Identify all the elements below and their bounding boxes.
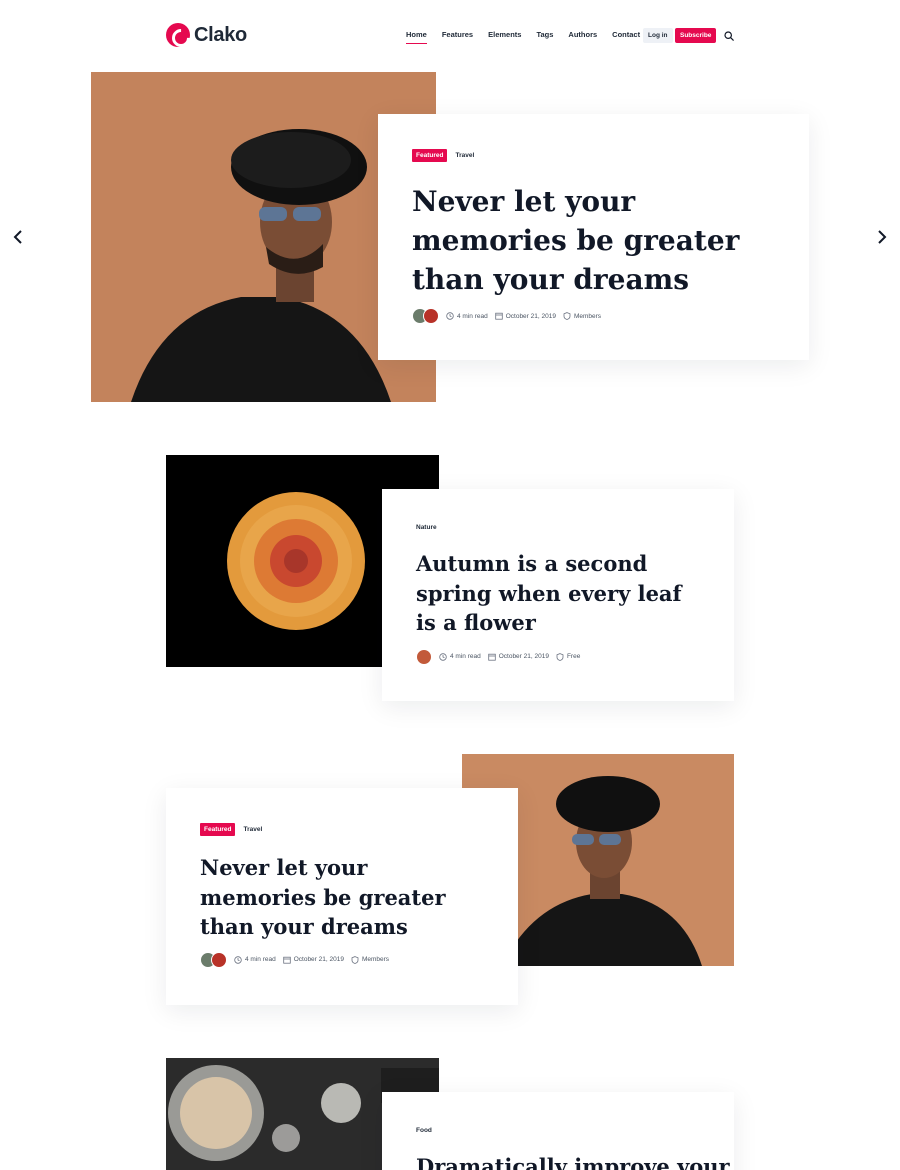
nav-item-home[interactable]: Home: [406, 30, 427, 44]
category-tag[interactable]: Food: [416, 1127, 432, 1134]
avatar[interactable]: [211, 951, 227, 968]
publish-date: October 21, 2019: [495, 312, 556, 320]
publish-date-text: October 21, 2019: [505, 312, 556, 320]
publish-date-text: October 21, 2019: [293, 956, 344, 963]
clock-icon: [446, 312, 454, 320]
category-tag[interactable]: Travel: [455, 152, 474, 159]
post-tags: Food: [416, 1127, 700, 1134]
read-time: 4 min read: [446, 312, 488, 320]
access-level: Members: [563, 312, 601, 320]
author-avatars: [412, 308, 439, 324]
access-level-text: Free: [566, 653, 581, 660]
hero-post-card: Featured Travel Never let your memories …: [378, 114, 809, 360]
nav-item-elements[interactable]: Elements: [488, 30, 521, 43]
post-title[interactable]: Never let your memories be greater than …: [200, 853, 490, 942]
post-meta: 4 min read October 21, 2019 Members: [412, 308, 775, 324]
read-time-text: 4 min read: [457, 312, 488, 320]
post-tags: Featured Travel: [412, 149, 775, 162]
author-avatars: [416, 648, 432, 665]
calendar-icon: [283, 956, 291, 964]
subscribe-button[interactable]: Subscribe: [675, 28, 717, 43]
shield-icon: [563, 312, 571, 320]
read-time-text: 4 min read: [450, 653, 481, 660]
calendar-icon: [488, 653, 496, 661]
read-time: 4 min read: [234, 955, 276, 964]
shield-icon: [351, 955, 359, 964]
nav-item-contact[interactable]: Contact: [612, 30, 640, 43]
post-card-autumn: Nature Autumn is a second spring when ev…: [382, 489, 734, 701]
featured-tag[interactable]: Featured: [412, 149, 448, 162]
publish-date-text: October 21, 2019: [498, 653, 549, 660]
featured-tag[interactable]: Featured: [200, 823, 236, 836]
access-level: Members: [351, 955, 390, 964]
site-logo[interactable]: Clako: [166, 23, 247, 47]
nav-item-tags[interactable]: Tags: [536, 30, 553, 43]
post-meta: 4 min read October 21, 2019 Members: [200, 951, 484, 968]
author-avatars: [200, 951, 227, 968]
post-tags: Nature: [416, 524, 700, 531]
slider-prev-button[interactable]: [4, 223, 32, 251]
access-level: Free: [556, 652, 581, 661]
avatar[interactable]: [423, 308, 439, 324]
slider-next-button[interactable]: [868, 223, 896, 251]
post-title[interactable]: Never let your memories be greater than …: [412, 182, 772, 299]
post-card-food: Food Dramatically improve your: [382, 1092, 734, 1170]
calendar-icon: [495, 312, 503, 320]
category-tag[interactable]: Nature: [416, 524, 437, 531]
read-time-text: 4 min read: [245, 956, 276, 963]
access-level-text: Members: [573, 312, 602, 320]
search-icon[interactable]: [724, 31, 734, 41]
login-button[interactable]: Log in: [643, 28, 673, 43]
post-meta: 4 min read October 21, 2019 Free: [416, 648, 700, 665]
main-nav: Home Features Elements Tags Authors Cont…: [406, 30, 640, 44]
read-time: 4 min read: [439, 652, 481, 661]
post-card-memories: Featured Travel Never let your memories …: [166, 788, 518, 1005]
category-tag[interactable]: Travel: [243, 826, 262, 833]
nav-item-authors[interactable]: Authors: [568, 30, 597, 43]
shield-icon: [556, 652, 564, 661]
post-tags: Featured Travel: [200, 823, 484, 836]
logo-mark-icon: [166, 23, 190, 47]
publish-date: October 21, 2019: [283, 956, 344, 964]
clock-icon: [234, 955, 242, 964]
avatar[interactable]: [416, 648, 432, 665]
logo-text: Clako: [194, 23, 247, 46]
access-level-text: Members: [361, 956, 390, 963]
clock-icon: [439, 652, 447, 661]
chevron-right-icon: [878, 230, 887, 244]
site-header: Clako Home Features Elements Tags Author…: [0, 0, 900, 72]
publish-date: October 21, 2019: [488, 653, 549, 661]
post-title[interactable]: Dramatically improve your: [416, 1152, 730, 1170]
chevron-left-icon: [13, 230, 22, 244]
nav-item-features[interactable]: Features: [442, 30, 473, 43]
post-title[interactable]: Autumn is a second spring when every lea…: [416, 549, 706, 638]
